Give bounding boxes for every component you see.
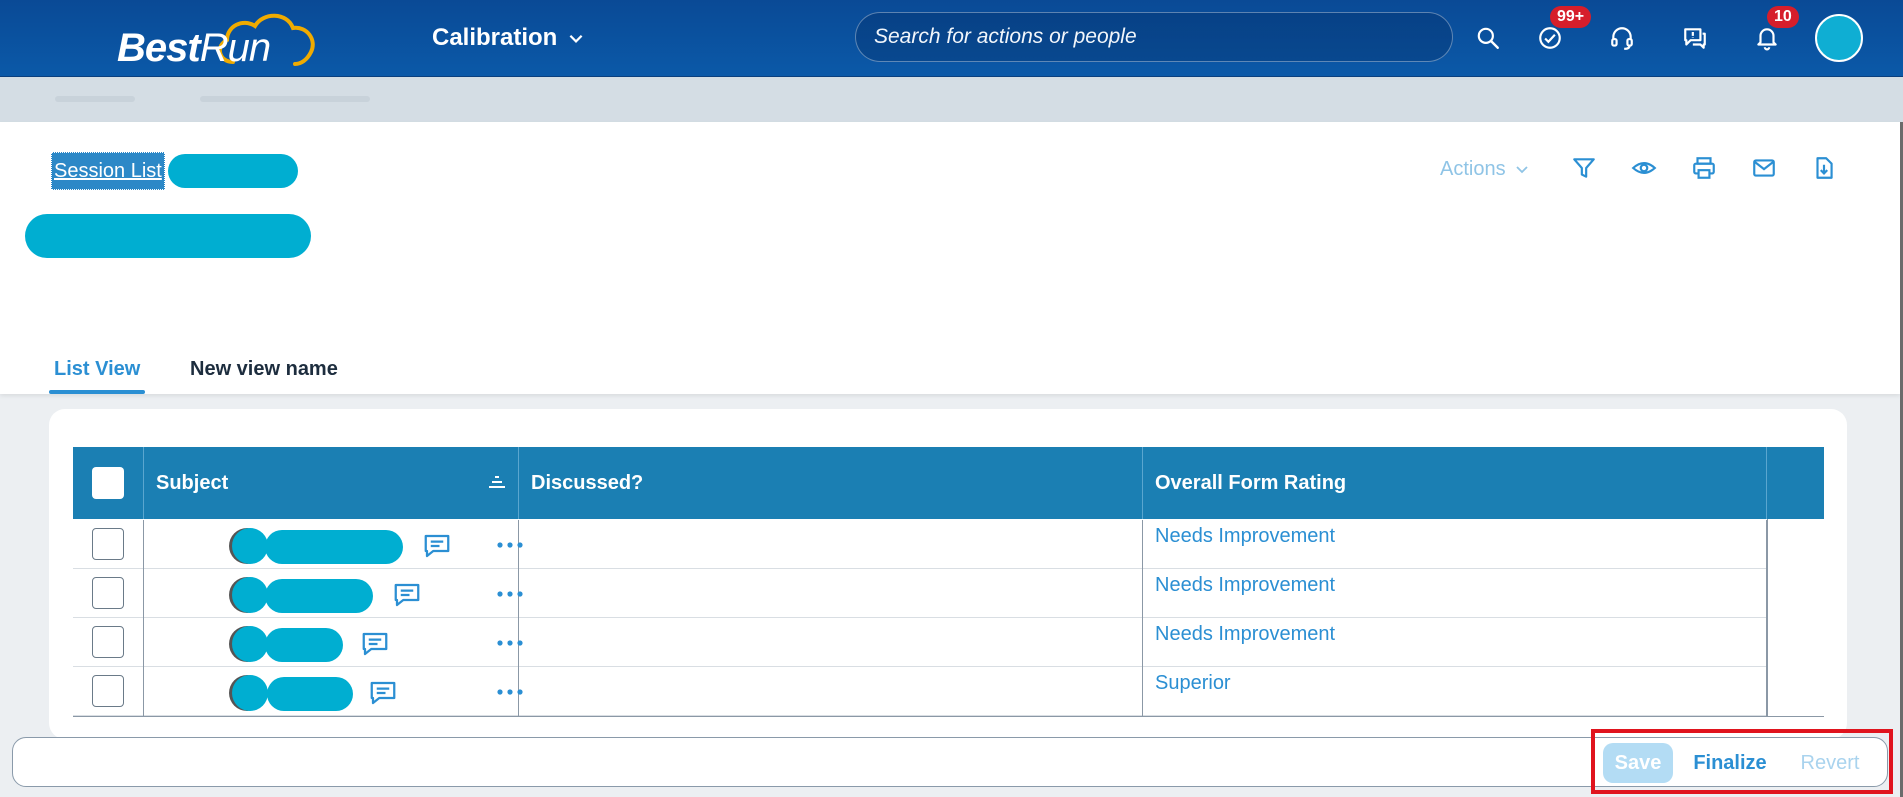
search-icon (1477, 27, 1499, 49)
employee-avatar (232, 626, 268, 662)
discussed-cell (519, 569, 1143, 618)
print-button[interactable] (1686, 150, 1722, 186)
column-header-rating-label: Overall Form Rating (1155, 471, 1347, 494)
document-export-icon (1816, 157, 1833, 179)
rating-link[interactable]: Needs Improvement (1155, 574, 1335, 597)
table-row[interactable]: Superior (73, 667, 1767, 716)
redacted-session-name (168, 154, 298, 188)
email-button[interactable] (1746, 150, 1782, 186)
sort-icon[interactable] (488, 475, 506, 491)
logo-text-run: Run (199, 26, 271, 70)
redacted-employee-name (267, 677, 353, 711)
select-all-cell (73, 447, 144, 519)
column-header-discussed-label: Discussed? (531, 471, 644, 494)
column-header-subject[interactable]: Subject (144, 447, 519, 519)
mail-icon (1753, 159, 1775, 177)
comment-icon[interactable] (422, 531, 452, 561)
actions-label: Actions (1440, 157, 1506, 180)
chevron-down-icon (1515, 166, 1528, 174)
notifications-badge: 10 (1767, 6, 1799, 28)
select-all-checkbox[interactable] (92, 467, 124, 499)
rating-link[interactable]: Superior (1155, 672, 1231, 695)
logo-text-best: Best (117, 26, 201, 70)
global-search[interactable] (855, 12, 1453, 62)
feedback-button[interactable] (1677, 20, 1713, 56)
filter-button[interactable] (1566, 150, 1602, 186)
row-checkbox[interactable] (92, 528, 124, 560)
search-button[interactable] (1470, 20, 1506, 56)
column-header-overall-form-rating[interactable]: Overall Form Rating (1143, 447, 1767, 519)
breadcrumb-session-list-link[interactable]: Session List (51, 152, 165, 190)
notifications-button[interactable]: 10 (1749, 6, 1799, 56)
breadcrumb-placeholder (200, 96, 370, 102)
table-row[interactable]: Needs Improvement (73, 618, 1767, 667)
rating-cell: Needs Improvement (1143, 569, 1767, 618)
employee-avatar (232, 528, 268, 564)
comment-icon[interactable] (360, 629, 390, 659)
employee-avatar (232, 577, 268, 613)
app-title: Calibration (432, 24, 558, 51)
redacted-page-title (25, 214, 311, 258)
table-row[interactable]: Needs Improvement (73, 569, 1767, 618)
breadcrumb-placeholder (55, 96, 135, 102)
view-button[interactable] (1626, 150, 1662, 186)
rating-cell: Needs Improvement (1143, 520, 1767, 569)
user-avatar[interactable] (1815, 14, 1863, 62)
discussed-cell (519, 667, 1143, 716)
check-circle-icon (1539, 27, 1561, 49)
row-checkbox[interactable] (92, 626, 124, 658)
shell-bar: BestRun Calibration 99+ 10 (0, 0, 1903, 77)
rating-link[interactable]: Needs Improvement (1155, 525, 1335, 548)
row-checkbox[interactable] (92, 675, 124, 707)
table-header: Subject Discussed? Overall Form Rating (73, 447, 1824, 519)
filter-icon (1573, 158, 1595, 178)
column-header-discussed[interactable]: Discussed? (519, 447, 1143, 519)
comment-icon[interactable] (392, 580, 422, 610)
finalize-button[interactable]: Finalize (1685, 743, 1775, 783)
actions-menu-button[interactable]: Actions (1440, 152, 1530, 186)
app-title-menu[interactable]: Calibration (432, 22, 585, 54)
chat-feedback-icon (1684, 28, 1706, 49)
rating-cell: Needs Improvement (1143, 618, 1767, 667)
save-button[interactable]: Save (1603, 743, 1673, 783)
todo-button[interactable]: 99+ (1532, 6, 1592, 56)
subject-cell (144, 520, 523, 569)
comment-icon[interactable] (368, 678, 398, 708)
todo-badge: 99+ (1550, 6, 1592, 28)
discussed-cell (519, 520, 1143, 569)
discussed-cell (519, 618, 1143, 667)
table-bottom-border (73, 716, 1824, 717)
bell-icon (1757, 28, 1777, 51)
row-checkbox[interactable] (92, 577, 124, 609)
revert-button[interactable]: Revert (1790, 743, 1870, 783)
headset-icon (1611, 27, 1633, 50)
search-input[interactable] (872, 24, 1452, 50)
object-page-header: Session List Actions List View New view … (0, 122, 1900, 394)
rating-cell: Superior (1143, 667, 1767, 716)
rating-link[interactable]: Needs Improvement (1155, 623, 1335, 646)
subject-cell (144, 569, 523, 618)
redacted-employee-name (265, 530, 403, 564)
printer-icon (1693, 157, 1715, 179)
tab-new-view-name[interactable]: New view name (190, 344, 338, 394)
export-button[interactable] (1806, 150, 1842, 186)
redacted-employee-name (265, 628, 343, 662)
tab-list-view[interactable]: List View (48, 344, 146, 394)
column-header-subject-label: Subject (156, 471, 229, 494)
support-button[interactable] (1604, 20, 1640, 56)
column-divider (1767, 519, 1768, 716)
eye-icon (1631, 162, 1657, 174)
redacted-employee-name (265, 579, 373, 613)
bestrun-logo[interactable]: BestRun (115, 12, 330, 72)
chevron-down-icon (569, 34, 583, 43)
breadcrumb-strip (0, 77, 1903, 122)
table-row[interactable]: Needs Improvement (73, 520, 1767, 569)
subject-cell (144, 667, 523, 716)
subject-cell (144, 618, 523, 667)
employee-avatar (232, 675, 268, 711)
